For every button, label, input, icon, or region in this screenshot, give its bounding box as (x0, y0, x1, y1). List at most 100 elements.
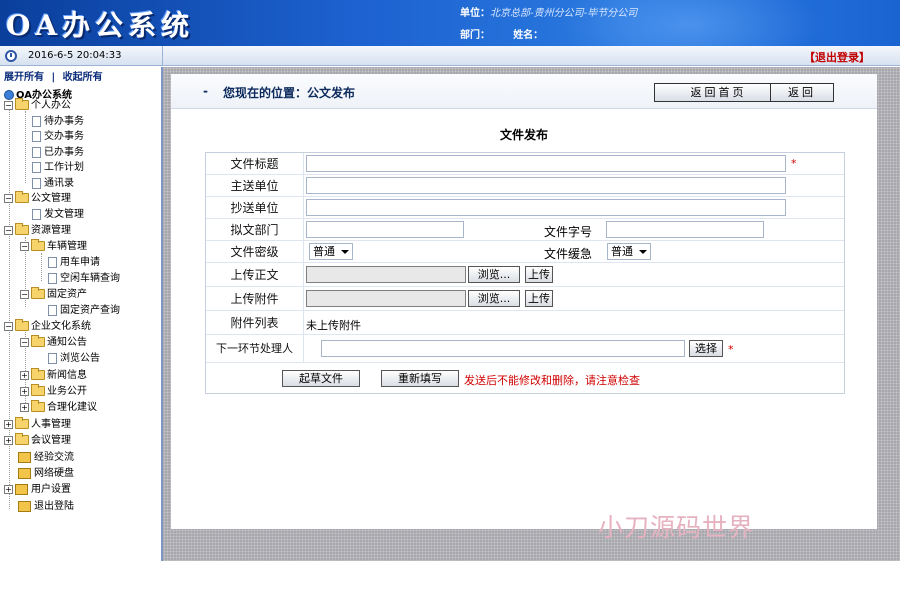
title-input[interactable] (306, 155, 786, 172)
tree-item-browse-notices[interactable]: 浏览公告 (48, 351, 100, 366)
tree-guide (25, 111, 26, 183)
document-icon (32, 146, 41, 158)
tree-item-vehicle-mgmt[interactable]: − 车辆管理 (20, 239, 87, 254)
form-row: 上传正文 浏览... 上传 (206, 263, 844, 287)
tree-item-experience[interactable]: 经验交流 (18, 450, 74, 465)
collapse-icon[interactable]: − (4, 321, 13, 331)
tree-item-idle-vehicles[interactable]: 空闲车辆查询 (48, 271, 120, 286)
form-row: 主送单位 (206, 175, 844, 197)
tree-item-vehicle-request[interactable]: 用车申请 (48, 255, 100, 270)
tree-guide (9, 103, 10, 509)
tree-item-dispatch-mgmt[interactable]: 发文管理 (32, 207, 84, 222)
required-mark: * (791, 157, 797, 170)
expand-icon[interactable]: + (20, 370, 29, 380)
upload-attach-button[interactable]: 上传 (525, 290, 553, 307)
tree-item-hr-mgmt[interactable]: + 人事管理 (4, 417, 71, 432)
location-dash: - (203, 84, 208, 98)
folder-icon (31, 400, 45, 412)
form-row: 文件密级 普通 文件缓急 普通 (206, 241, 844, 263)
collapse-icon[interactable]: − (20, 289, 29, 299)
expand-icon[interactable]: + (20, 402, 29, 412)
tree-item-user-settings[interactable]: + 用户设置 (4, 482, 71, 497)
folder-icon (31, 384, 45, 396)
tree-item-done[interactable]: 已办事务 (32, 145, 84, 160)
reset-form-button[interactable]: 重新填写 (381, 370, 459, 387)
tree-item-business-public[interactable]: + 业务公开 (20, 384, 87, 399)
collapse-icon[interactable]: − (4, 193, 13, 203)
required-mark: * (728, 343, 734, 356)
attach-file-input[interactable] (306, 290, 466, 307)
logout-link[interactable]: 【退出登录】 (804, 49, 870, 65)
folder-open-icon (31, 239, 45, 251)
tree-guide (41, 253, 42, 281)
document-icon (48, 352, 57, 364)
tree-item-assigned[interactable]: 交办事务 (32, 129, 84, 144)
draft-document-button[interactable]: 起草文件 (282, 370, 360, 387)
browse-body-button[interactable]: 浏览... (468, 266, 520, 283)
field-label: 抄送单位 (206, 197, 304, 218)
tree-item-work-plan[interactable]: 工作计划 (32, 160, 84, 175)
document-icon (32, 161, 41, 173)
form-row: 上传附件 浏览... 上传 (206, 287, 844, 311)
tree-item-meeting-mgmt[interactable]: + 会议管理 (4, 433, 71, 448)
tree-item-network-disk[interactable]: 网络硬盘 (18, 466, 74, 481)
upload-body-button[interactable]: 上传 (525, 266, 553, 283)
collapse-icon[interactable]: − (20, 241, 29, 251)
main-unit-input[interactable] (306, 177, 786, 194)
tree-item-personal-office[interactable]: − 个人办公 (4, 98, 71, 113)
collapse-icon[interactable]: − (4, 100, 13, 110)
folder-icon (15, 433, 29, 445)
urgency-value: 普通 (611, 245, 633, 258)
tree-item-fixed-assets[interactable]: − 固定资产 (20, 287, 87, 302)
tree-item-document-mgmt[interactable]: − 公文管理 (4, 191, 71, 206)
urgency-select[interactable]: 普通 (607, 243, 651, 260)
folder-open-icon (31, 335, 45, 347)
field-label: 文件标题 (206, 153, 304, 174)
field-label: 文件缓急 (544, 247, 593, 261)
app-header: OA办公系统 单位：北京总部-贵州分公司-毕节分公司 部门： 姓名： (0, 0, 900, 46)
expand-icon[interactable]: + (4, 484, 13, 494)
draft-dept-input[interactable] (306, 221, 464, 238)
tree-item-pending[interactable]: 待办事务 (32, 114, 84, 129)
home-button[interactable]: 返回首页 (654, 83, 783, 102)
expand-all-link[interactable]: 展开所有 (4, 72, 44, 83)
secrecy-select[interactable]: 普通 (309, 243, 353, 260)
unit-value: 北京总部-贵州分公司-毕节分公司 (490, 8, 638, 19)
tree-item-news[interactable]: + 新闻信息 (20, 368, 87, 383)
tree-item-notices[interactable]: − 通知公告 (20, 335, 87, 350)
document-icon (32, 115, 41, 127)
folder-open-icon (15, 223, 29, 235)
field-label: 附件列表 (206, 311, 304, 334)
cc-unit-input[interactable] (306, 199, 786, 216)
content-panel: - 您现在的位置：公文发布 返回首页 返回 文件发布 文件标题 * 主送单位 抄… (171, 74, 877, 529)
tree-item-suggestions[interactable]: + 合理化建议 (20, 400, 97, 415)
status-divider (162, 46, 163, 66)
collapse-all-link[interactable]: 收起所有 (63, 72, 103, 83)
tree-control-separator: | (51, 72, 56, 83)
unit-label: 单位： (460, 8, 490, 19)
tree-item-fixed-assets-query[interactable]: 固定资产查询 (48, 303, 120, 318)
tree-item-logout[interactable]: 退出登陆 (18, 499, 74, 514)
field-label: 上传附件 (206, 287, 304, 310)
browse-attach-button[interactable]: 浏览... (468, 290, 520, 307)
doc-number-input[interactable] (606, 221, 764, 238)
form-row: 附件列表 未上传附件 (206, 311, 844, 335)
publish-form: 文件标题 * 主送单位 抄送单位 拟文部门 文件字号 文件密级 普通 文件缓急 … (205, 152, 845, 394)
expand-icon[interactable]: + (20, 386, 29, 396)
tree-item-resource-mgmt[interactable]: − 资源管理 (4, 223, 71, 238)
experience-icon (18, 451, 31, 463)
tree-item-contacts[interactable]: 通讯录 (32, 176, 74, 191)
select-handler-button[interactable]: 选择 (689, 340, 723, 357)
next-handler-input[interactable] (321, 340, 685, 357)
expand-icon[interactable]: + (4, 419, 13, 429)
watermark: 小刀源码世界 (598, 513, 755, 542)
expand-icon[interactable]: + (4, 435, 13, 445)
collapse-icon[interactable]: − (20, 337, 29, 347)
form-row: 拟文部门 文件字号 (206, 219, 844, 241)
no-attachments-text: 未上传附件 (306, 319, 361, 332)
warning-text: 发送后不能修改和删除，请注意检查 (464, 374, 640, 387)
back-button[interactable]: 返回 (770, 83, 834, 102)
tree-item-culture-system[interactable]: − 企业文化系统 (4, 319, 91, 334)
body-file-input[interactable] (306, 266, 466, 283)
collapse-icon[interactable]: − (4, 225, 13, 235)
